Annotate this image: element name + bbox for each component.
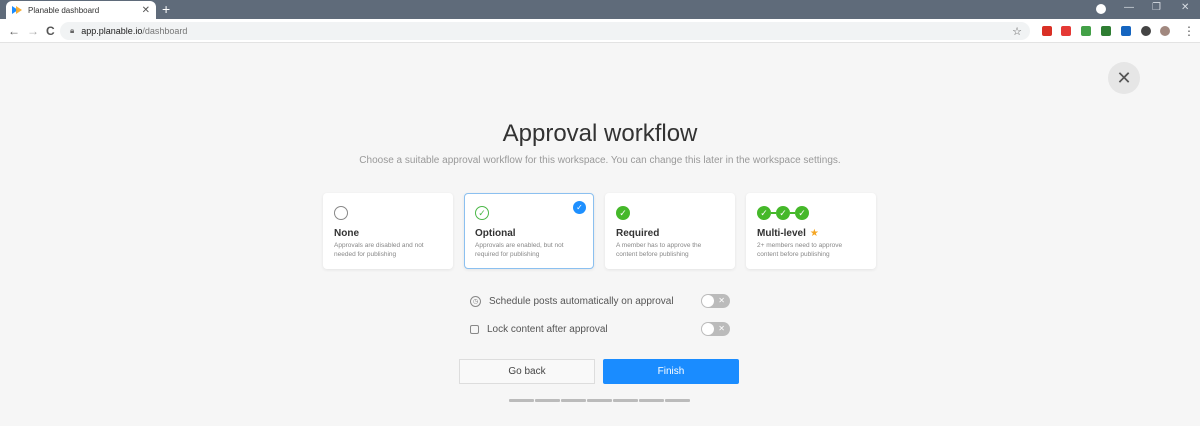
progress-step [535, 399, 560, 402]
option-label: Schedule posts automatically on approval [489, 295, 674, 307]
workflow-label: None [334, 228, 359, 239]
schedule-option-row: ◷ Schedule posts automatically on approv… [470, 293, 730, 309]
window-close-button[interactable]: ✕ [1181, 2, 1189, 13]
finish-button[interactable]: Finish [603, 359, 739, 384]
workflow-card-none[interactable]: None Approvals are disabled and not need… [323, 193, 453, 269]
progress-step [561, 399, 586, 402]
new-tab-button[interactable]: + [162, 1, 170, 17]
extension-green-icon[interactable] [1081, 26, 1091, 36]
tab-title: Planable dashboard [28, 5, 100, 15]
empty-circle-icon [334, 206, 348, 220]
avatar[interactable] [1160, 26, 1170, 36]
outline-check-icon: ✓ [475, 206, 489, 220]
workflow-description: Approvals are enabled, but not required … [475, 242, 564, 258]
secure-lock-icon: 🔒︎ [70, 26, 75, 35]
progress-step [613, 399, 638, 402]
triple-check-icon: ✓ ✓ ✓ [757, 205, 865, 221]
progress-step [587, 399, 612, 402]
workflow-options: None Approvals are disabled and not need… [323, 193, 876, 269]
url-bar[interactable]: 🔒︎ app.planable.io/dashboard ☆ [60, 22, 1030, 40]
address-bar-row: ← → C 🔒︎ app.planable.io/dashboard ☆ ⋮ [0, 19, 1200, 43]
workflow-label-row: Multi-level ★ [757, 228, 865, 239]
premium-star-icon: ★ [809, 228, 819, 239]
lock-option-row: Lock content after approval ✕ [470, 321, 730, 337]
workflow-description: 2+ members need to approve content befor… [757, 242, 843, 258]
workflow-description: A member has to approve the content befo… [616, 242, 702, 258]
bookmark-star-icon[interactable]: ☆ [1012, 25, 1022, 38]
workflow-label: Required [616, 228, 660, 239]
workflow-card-multi-level[interactable]: ✓ ✓ ✓ Multi-level ★ 2+ members need to appr… [746, 193, 876, 269]
browser-tab[interactable]: Planable dashboard ✕ [6, 1, 156, 19]
back-arrow-icon[interactable]: ← [8, 24, 20, 38]
close-dialog-button[interactable]: ✕ [1108, 62, 1140, 94]
workflow-card-required[interactable]: ✓ Required A member has to approve the c… [605, 193, 735, 269]
green-check-icon: ✓ [616, 206, 630, 220]
url-path: /dashboard [142, 26, 188, 36]
extensions-puzzle-icon[interactable] [1141, 26, 1151, 36]
lock-icon [470, 324, 479, 334]
selected-check-icon: ✓ [573, 201, 586, 214]
browser-menu-icon[interactable]: ⋮ [1183, 24, 1195, 38]
url-host: app.planable.io [81, 26, 143, 36]
workflow-label: Multi-level [757, 228, 806, 239]
workflow-settings: ◷ Schedule posts automatically on approv… [470, 293, 730, 349]
option-label: Lock content after approval [487, 323, 608, 335]
page-subtitle: Choose a suitable approval workflow for … [359, 155, 841, 166]
extension-sheet-icon[interactable] [1101, 26, 1111, 36]
restore-button[interactable]: ❐ [1152, 2, 1161, 13]
schedule-toggle[interactable]: ✕ [701, 294, 730, 308]
reload-icon[interactable]: C [46, 24, 55, 38]
extension-red-icon[interactable] [1061, 26, 1071, 36]
go-back-button[interactable]: Go back [459, 359, 595, 384]
clock-icon: ◷ [470, 295, 481, 307]
forward-arrow-icon[interactable]: → [27, 24, 39, 38]
profile-icon[interactable] [1096, 4, 1106, 14]
lock-toggle[interactable]: ✕ [701, 322, 730, 336]
page-title: Approval workflow [502, 120, 698, 147]
progress-step [639, 399, 664, 402]
progress-step [509, 399, 534, 402]
workflow-description: Approvals are disabled and not needed fo… [334, 242, 424, 258]
step-progress [509, 399, 690, 402]
gmail-extension-icon[interactable] [1042, 26, 1052, 36]
extension-blue-icon[interactable] [1121, 26, 1131, 36]
workflow-label: Optional [475, 228, 516, 239]
tab-close-icon[interactable]: ✕ [142, 5, 150, 16]
workflow-card-optional[interactable]: ✓ ✓ Optional Approvals are enabled, but … [464, 193, 594, 269]
minimize-button[interactable]: — [1124, 2, 1134, 13]
browser-tab-bar: Planable dashboard ✕ + — ❐ ✕ [0, 0, 1200, 19]
progress-step [665, 399, 690, 402]
planable-favicon-icon [12, 6, 22, 14]
